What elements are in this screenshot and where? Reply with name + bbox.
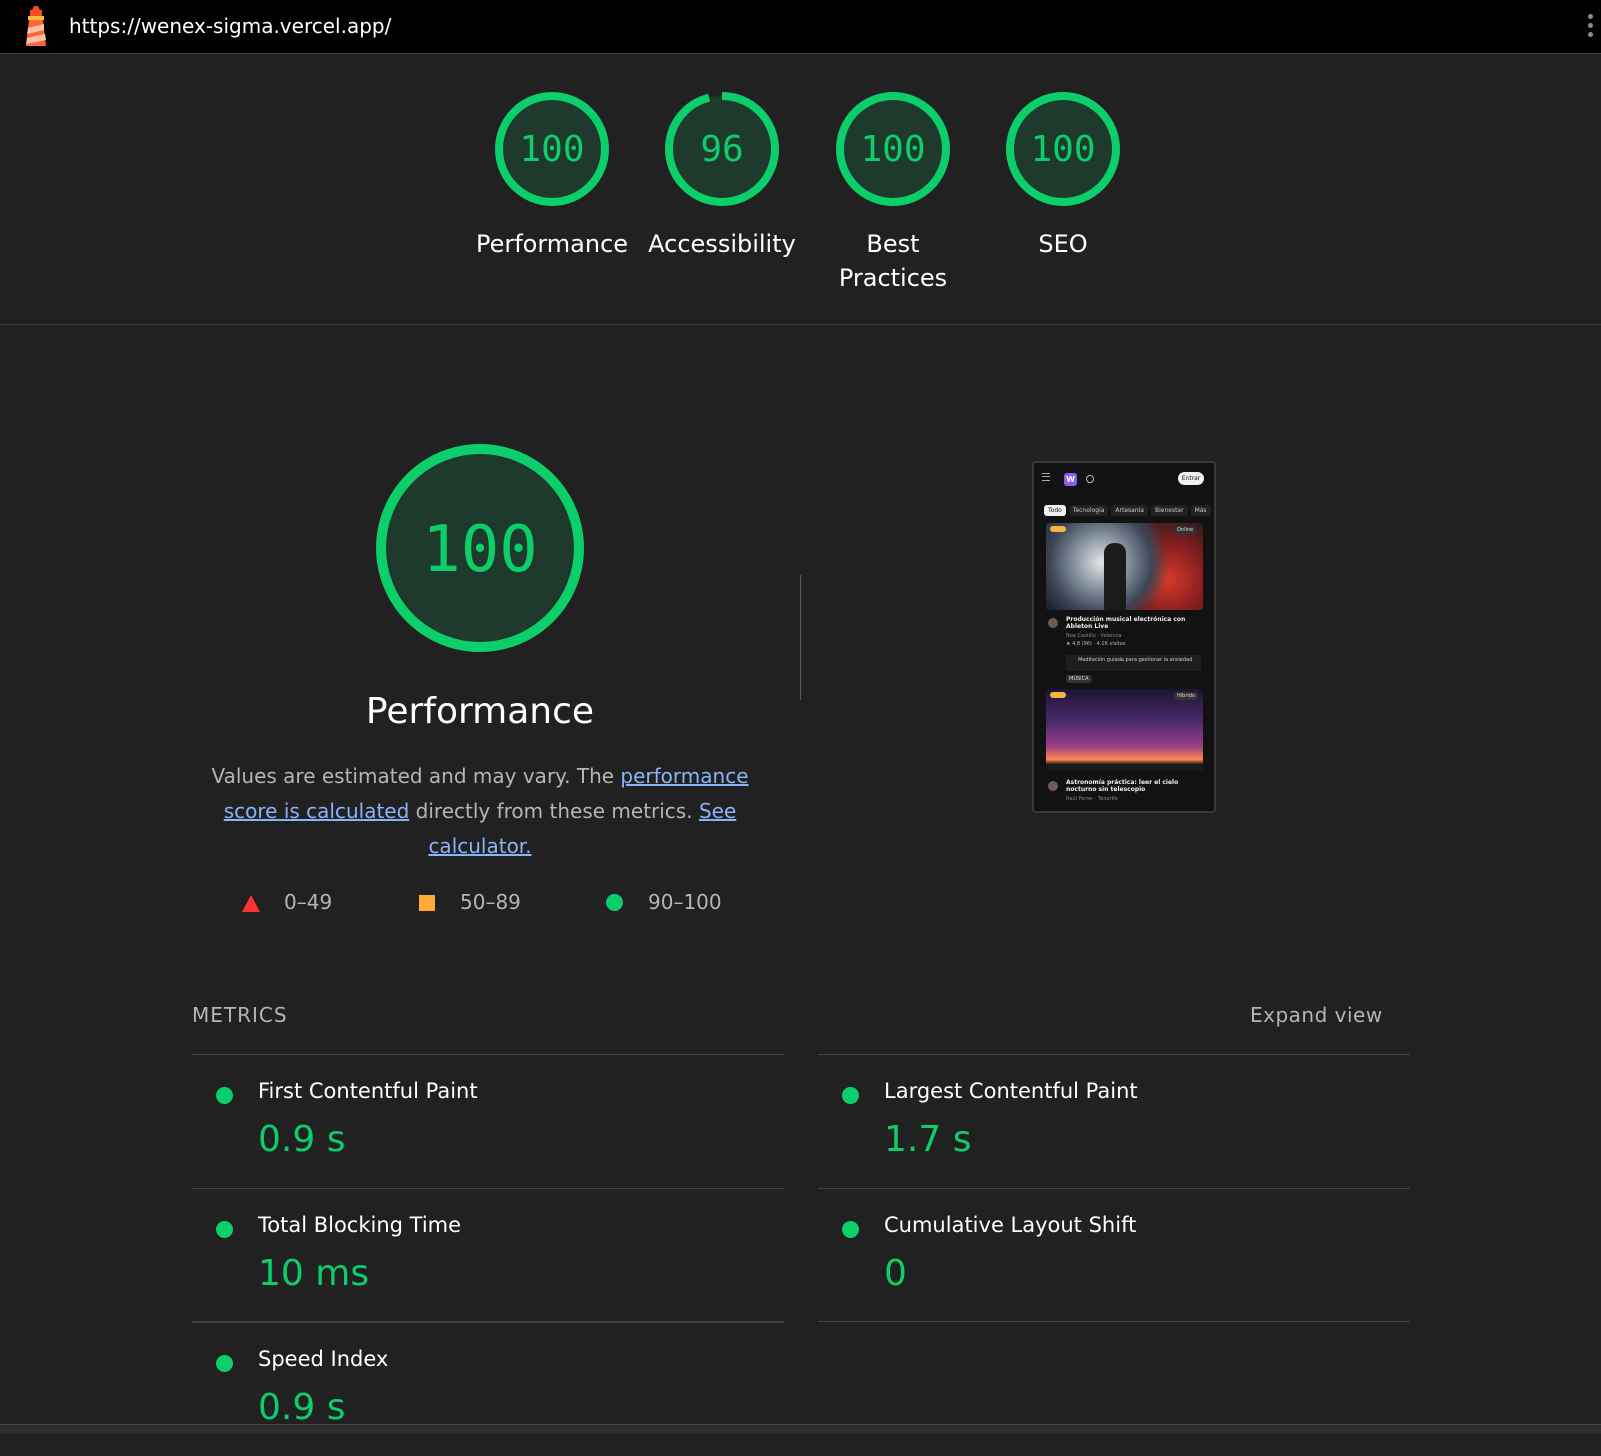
metric-value: 0.9 s <box>258 1119 346 1160</box>
svg-text:96: 96 <box>700 129 743 170</box>
metric-name: Cumulative Layout Shift <box>884 1213 1137 1237</box>
thumb-tab: Más <box>1190 505 1211 516</box>
top-bar: https://wenex-sigma.vercel.app/ <box>0 0 1601 54</box>
triangle-icon <box>242 895 260 912</box>
pass-icon <box>216 1221 233 1238</box>
thumb-tab: Tecnología <box>1068 505 1109 516</box>
thumb-chip: Híbrido <box>1174 692 1199 700</box>
thumb-tag: MÚSICA <box>1066 675 1092 683</box>
thumb-tab: Todo <box>1044 505 1066 516</box>
gauge-performance[interactable]: 100 Performance <box>467 89 637 261</box>
gauge-best-practices[interactable]: 100 Best Practices <box>808 89 978 295</box>
thumb-tab: Bienestar <box>1150 505 1188 516</box>
thumb-tab: Artesanía <box>1111 505 1148 516</box>
performance-gauge-ring: 100 <box>376 444 584 652</box>
performance-gauge: 100 <box>370 438 590 662</box>
square-icon <box>419 895 435 911</box>
divider <box>192 1321 784 1322</box>
thumb-card-image <box>1046 689 1203 771</box>
pass-icon <box>842 1221 859 1238</box>
pass-icon <box>216 1087 233 1104</box>
thumb-card-sub: Noa Castillo · Valencia <box>1066 633 1122 639</box>
hamburger-icon <box>1042 473 1050 481</box>
thumb-header: W Entrar <box>1034 463 1214 489</box>
thumb-card-title: Astronomía práctica: leer el cielo noctu… <box>1066 779 1179 793</box>
metric-name: Largest Contentful Paint <box>884 1079 1138 1103</box>
thumb-note: Meditación guiada para gestionar la ansi… <box>1066 655 1201 671</box>
metric-name: First Contentful Paint <box>258 1079 478 1103</box>
expand-view-button[interactable]: Expand view <box>1250 1003 1383 1027</box>
category-gauges: 100 Performance 96 Accessibility 100 Bes… <box>0 55 1601 325</box>
performance-score: 100 <box>422 513 538 587</box>
gauge-label: Best Practices <box>838 230 948 292</box>
avatar <box>1048 618 1058 628</box>
thumb-chip: Online <box>1174 526 1197 534</box>
pass-icon <box>216 1355 233 1372</box>
final-screenshot[interactable]: W Entrar Todo Tecnología Artesanía Bienesta… <box>1032 461 1216 813</box>
metric-value: 0 <box>884 1253 907 1294</box>
thumb-card-title: Producción musical electrónica con Ablet… <box>1066 616 1186 630</box>
metric-value: 1.7 s <box>884 1119 972 1160</box>
gauge-ring: 100 <box>836 92 950 206</box>
thumb-card-sub: Raúl Ferrer · Tenerife <box>1066 796 1118 802</box>
metric-speed-index: Speed Index 0.9 s <box>192 1322 784 1456</box>
divider <box>800 575 801 700</box>
svg-text:100: 100 <box>519 129 584 170</box>
gauge-label: SEO <box>1038 230 1088 258</box>
gauge-ring: 96 <box>665 92 779 206</box>
thumb-logo: W <box>1064 473 1077 486</box>
thumb-card-image <box>1046 523 1203 610</box>
metric-lcp: Largest Contentful Paint 1.7 s <box>818 1054 1410 1188</box>
metric-cls: Cumulative Layout Shift 0 <box>818 1188 1410 1322</box>
thumb-tabs: Todo Tecnología Artesanía Bienestar Más <box>1044 497 1214 516</box>
svg-text:100: 100 <box>860 129 925 170</box>
thumb-login-button: Entrar <box>1178 472 1204 485</box>
gauge-label: Performance <box>475 230 629 258</box>
thumb-badge <box>1050 692 1066 698</box>
gauge-ring: 100 <box>495 92 609 206</box>
avatar <box>1048 781 1058 791</box>
gauge-seo[interactable]: 100 SEO <box>978 89 1148 261</box>
page-url[interactable]: https://wenex-sigma.vercel.app/ <box>69 14 391 38</box>
gauge-ring: 100 <box>1006 92 1120 206</box>
pass-icon <box>842 1087 859 1104</box>
metric-name: Speed Index <box>258 1347 389 1371</box>
gauge-label: Accessibility <box>648 230 796 258</box>
lighthouse-icon <box>26 6 46 46</box>
metrics-heading: METRICS <box>192 1003 288 1027</box>
metric-fcp: First Contentful Paint 0.9 s <box>192 1054 784 1188</box>
metric-value: 0.9 s <box>258 1387 346 1428</box>
metric-tbt: Total Blocking Time 10 ms <box>192 1188 784 1322</box>
search-icon <box>1086 475 1094 483</box>
svg-text:100: 100 <box>1030 129 1095 170</box>
performance-description: Values are estimated and may vary. The p… <box>211 764 749 858</box>
circle-icon <box>606 894 623 911</box>
more-options-icon[interactable] <box>1585 14 1595 42</box>
performance-title: Performance <box>365 691 595 732</box>
metric-value: 10 ms <box>258 1253 370 1294</box>
gauge-accessibility[interactable]: 96 Accessibility <box>637 89 807 261</box>
thumb-card-meta: ★ 4,8 (96) · 4.1K visitas <box>1066 641 1126 647</box>
thumb-badge <box>1050 526 1066 532</box>
metric-name: Total Blocking Time <box>258 1213 462 1237</box>
